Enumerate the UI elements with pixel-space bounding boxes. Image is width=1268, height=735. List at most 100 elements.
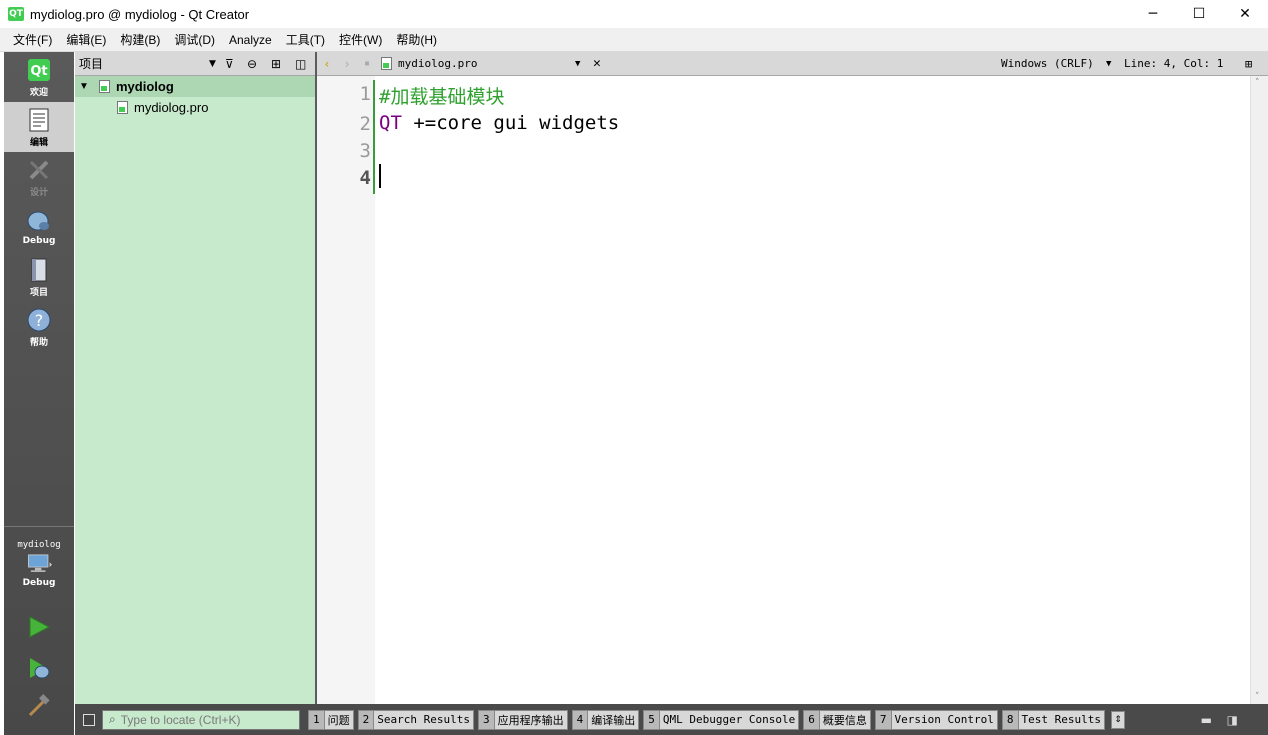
output-tab-search-results[interactable]: 2 Search Results: [357, 709, 474, 730]
text-editor[interactable]: #加载基础模块 QT +=core gui widgets: [375, 76, 1250, 704]
search-icon: ⌕: [109, 712, 116, 726]
minimize-button[interactable]: ─: [1130, 0, 1176, 28]
qmake-keyword: QT: [379, 112, 402, 134]
menu-tools[interactable]: 工具(T): [279, 31, 332, 48]
menu-help[interactable]: 帮助(H): [389, 31, 444, 48]
line-ending-selector[interactable]: Windows (CRLF): [1001, 57, 1094, 70]
menu-analyze[interactable]: Analyze: [222, 33, 279, 47]
projects-view-selector[interactable]: 项目: [79, 55, 103, 72]
close-document-icon[interactable]: ✕: [593, 56, 601, 71]
code-line-1: #加载基础模块: [379, 86, 505, 108]
mode-help-label: 帮助: [29, 337, 48, 348]
code-text: +=core gui widgets: [401, 112, 620, 134]
cursor-position[interactable]: Line: 4, Col: 1: [1124, 57, 1223, 70]
maximize-output-icon[interactable]: ▬: [1201, 713, 1212, 727]
menu-bar: 文件(F) 编辑(E) 构建(B) 调试(D) Analyze 工具(T) 控件…: [0, 28, 1268, 52]
line-number: 1: [359, 83, 371, 105]
svg-text:Qt: Qt: [30, 64, 47, 79]
expand-arrow-icon[interactable]: ▼: [79, 81, 93, 92]
tree-item-label: mydiolog: [116, 79, 174, 94]
output-tab-test-results[interactable]: 8 Test Results: [1001, 709, 1105, 730]
help-question-icon: ?: [27, 308, 51, 331]
menu-build[interactable]: 构建(B): [113, 31, 167, 48]
output-tab-number: 3: [478, 710, 495, 729]
output-pane-bar: ⌕ Type to locate (Ctrl+K) 1 问题 2 Search Re…: [75, 704, 1268, 735]
mode-design-label: 设计: [29, 187, 48, 198]
output-tab-issues[interactable]: 1 问题: [308, 709, 354, 730]
menu-debug[interactable]: 调试(D): [167, 31, 222, 48]
filter-icon[interactable]: ⊽: [225, 57, 234, 71]
monitor-icon: [28, 554, 52, 572]
output-tab-qml-debugger-console[interactable]: 5 QML Debugger Console: [643, 709, 800, 730]
view-dropdown-arrow-icon[interactable]: ▼: [209, 59, 216, 69]
document-edit-icon: [29, 108, 49, 131]
projects-pane-header: 项目 ▼ ⊽ ⊖ ⊞ ◫: [75, 52, 315, 76]
window-title: mydiolog.pro @ mydiolog - Qt Creator: [30, 6, 250, 22]
output-tab-number: 6: [804, 710, 820, 729]
qt-project-icon: [99, 80, 110, 93]
document-file-icon: [381, 57, 392, 70]
vertical-scrollbar[interactable]: ˄ ˅: [1250, 76, 1268, 704]
debug-bug-icon: [27, 211, 49, 231]
code-line-2: QT +=core gui widgets: [379, 112, 619, 134]
output-tab-number: 1: [309, 710, 325, 729]
scroll-down-arrow-icon[interactable]: ˅: [1255, 692, 1260, 702]
debug-run-button[interactable]: [4, 648, 74, 688]
more-panes-stepper-icon[interactable]: ⇕: [1111, 710, 1125, 729]
mode-help[interactable]: ? 帮助: [4, 302, 74, 352]
mode-edit[interactable]: 编辑: [4, 102, 74, 152]
kit-selector[interactable]: mydiolog Debug: [4, 530, 74, 596]
toggle-sidebar-icon[interactable]: [83, 713, 95, 726]
output-tab-label: QML Debugger Console: [662, 713, 796, 726]
maximize-button[interactable]: ☐: [1176, 0, 1222, 28]
tree-item-project[interactable]: ▼ mydiolog: [75, 76, 315, 97]
mode-welcome[interactable]: Qt 欢迎: [4, 52, 74, 102]
output-tab-version-control[interactable]: 7 Version Control: [874, 709, 998, 730]
toggle-right-sidebar-icon[interactable]: ◨: [1227, 713, 1238, 727]
link-editor-icon[interactable]: ⊖: [247, 57, 257, 71]
scroll-up-arrow-icon[interactable]: ˄: [1255, 78, 1260, 88]
output-tab-number: 5: [644, 710, 660, 729]
locator-input[interactable]: ⌕ Type to locate (Ctrl+K): [102, 709, 300, 730]
output-tab-label: 问题: [327, 713, 350, 727]
run-button[interactable]: [4, 604, 74, 650]
output-tab-number: 2: [358, 710, 375, 729]
open-document-name[interactable]: mydiolog.pro: [398, 57, 477, 70]
line-number-gutter: 1 2 3 4: [317, 76, 375, 704]
document-dropdown-icon[interactable]: ▼: [575, 59, 580, 69]
output-tab-number: 8: [1002, 710, 1019, 729]
hammer-icon: [28, 694, 50, 717]
output-tab-compile-output[interactable]: 4 编译输出: [571, 709, 640, 730]
lock-icon: ▪: [363, 58, 371, 69]
line-number: 2: [359, 113, 371, 135]
qt-creator-app-icon: QT: [8, 7, 24, 21]
menu-widgets[interactable]: 控件(W): [332, 31, 389, 48]
back-arrow-icon[interactable]: ‹: [317, 54, 337, 74]
kit-divider: [4, 526, 74, 527]
forward-arrow-icon[interactable]: ›: [337, 54, 357, 74]
output-tab-label: Test Results: [1021, 713, 1101, 726]
locator-placeholder: Type to locate (Ctrl+K): [120, 712, 241, 727]
line-number: 3: [359, 140, 371, 162]
close-button[interactable]: ✕: [1222, 0, 1268, 28]
editor-toolbar: ‹ › ▪ mydiolog.pro ▼ ✕ Windows (CRLF) ▼ …: [317, 52, 1268, 76]
build-button[interactable]: [4, 686, 74, 726]
pro-file-icon: [117, 101, 128, 114]
output-tab-application-output[interactable]: 3 应用程序输出: [477, 709, 568, 730]
close-sidebar-icon[interactable]: ◫: [295, 57, 306, 71]
mode-projects-label: 项目: [29, 287, 48, 298]
split-icon[interactable]: ⊞: [271, 57, 281, 71]
split-editor-icon[interactable]: ⊞: [1245, 57, 1252, 71]
title-bar: QT mydiolog.pro @ mydiolog - Qt Creator …: [0, 0, 1268, 28]
mode-welcome-label: 欢迎: [29, 87, 48, 98]
line-ending-dropdown-icon[interactable]: ▼: [1106, 59, 1111, 69]
mode-debug[interactable]: Debug: [4, 202, 74, 252]
text-cursor: [379, 164, 381, 188]
menu-edit[interactable]: 编辑(E): [59, 31, 113, 48]
mode-projects[interactable]: 项目: [4, 252, 74, 302]
run-play-icon: [29, 616, 51, 638]
tree-item-pro-file[interactable]: mydiolog.pro: [75, 97, 315, 118]
mode-design[interactable]: 设计: [4, 152, 74, 202]
menu-file[interactable]: 文件(F): [6, 31, 59, 48]
output-tab-general-messages[interactable]: 6 概要信息: [803, 709, 871, 730]
